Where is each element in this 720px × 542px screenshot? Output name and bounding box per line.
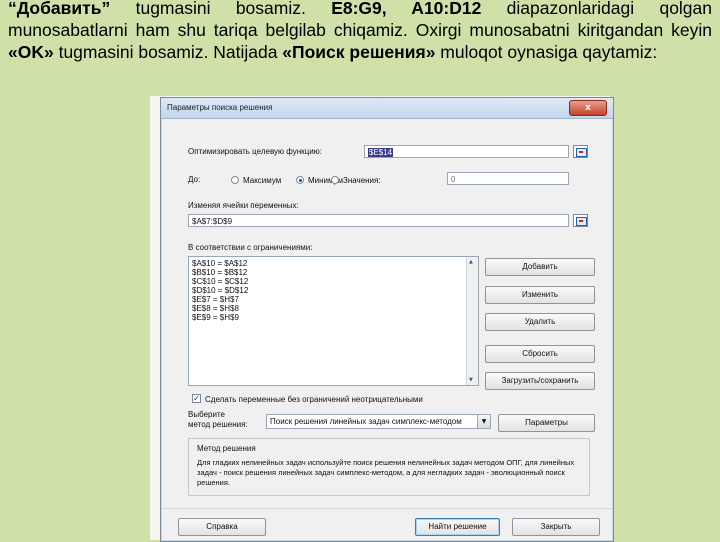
list-item[interactable]: $D$10 = $D$12 xyxy=(192,286,248,295)
slide-text-add: “Добавить” xyxy=(8,0,111,18)
objective-label: Оптимизировать целевую функцию: xyxy=(188,147,322,156)
list-item[interactable]: $E$9 = $H$9 xyxy=(192,313,239,322)
objective-field[interactable]: $E$14 xyxy=(364,145,569,158)
slide-text-8: muloqot oynasiga qaytamiz: xyxy=(435,42,658,62)
solver-dialog: Параметры поиска решения x Оптимизироват… xyxy=(160,97,614,542)
reset-button[interactable]: Сбросить xyxy=(485,345,595,363)
parameters-button[interactable]: Параметры xyxy=(498,414,595,432)
objective-range-button[interactable] xyxy=(573,145,588,158)
constraints-label: В соответствии с ограничениями: xyxy=(188,243,313,252)
load-save-button[interactable]: Загрузить/сохранить xyxy=(485,372,595,390)
scroll-down-icon[interactable]: ▼ xyxy=(469,377,473,383)
solve-button[interactable]: Найти решение xyxy=(415,518,500,536)
chevron-down-icon[interactable]: ▼ xyxy=(477,415,490,428)
slide-text-ok: «OK» xyxy=(8,42,54,62)
range-selector-icon xyxy=(576,217,587,226)
to-label: До: xyxy=(188,175,201,184)
constraints-scrollbar[interactable]: ▲ ▼ xyxy=(466,257,478,385)
method-label-line2: метод решения: xyxy=(188,420,248,429)
slide-text-2: tugmasini bosamiz. xyxy=(110,0,332,18)
value-field[interactable]: 0 xyxy=(447,172,569,185)
method-description: Для гладких нелинейных задач используйте… xyxy=(197,458,575,487)
method-label-line1: Выберите xyxy=(188,410,225,419)
radio-value-label: Значения: xyxy=(343,176,381,185)
dialog-title: Параметры поиска решения xyxy=(167,103,273,112)
variables-label: Изменяя ячейки переменных: xyxy=(188,201,299,210)
radio-value[interactable] xyxy=(331,176,339,184)
close-button[interactable]: Закрыть xyxy=(512,518,600,536)
list-item[interactable]: $E$8 = $H$8 xyxy=(192,304,239,313)
scroll-up-icon[interactable]: ▲ xyxy=(469,259,473,265)
dialog-titlebar: Параметры поиска решения x xyxy=(161,98,613,119)
method-select[interactable]: Поиск решения линейных задач симплекс-ме… xyxy=(266,414,491,429)
slide-text-ranges: E8:G9, A10:D12 xyxy=(331,0,482,18)
slide-paragraph: “Добавить” tugmasini bosamiz. E8:G9, A10… xyxy=(8,0,712,63)
help-button[interactable]: Справка xyxy=(178,518,266,536)
change-button[interactable]: Изменить xyxy=(485,286,595,304)
variables-range-button[interactable] xyxy=(573,214,588,227)
range-selector-icon xyxy=(576,148,587,157)
list-item[interactable]: $E$7 = $H$7 xyxy=(192,295,239,304)
radio-max-label: Максимум xyxy=(243,176,282,185)
list-item[interactable]: $C$10 = $C$12 xyxy=(192,277,248,286)
nonnegative-checkbox[interactable]: ✓ xyxy=(192,394,201,403)
list-item[interactable]: $A$10 = $A$12 xyxy=(192,259,247,268)
radio-min[interactable] xyxy=(296,176,304,184)
method-select-value: Поиск решения линейных задач симплекс-ме… xyxy=(270,417,462,426)
method-group-title: Метод решения xyxy=(197,444,256,453)
divider xyxy=(162,508,612,509)
radio-max[interactable] xyxy=(231,176,239,184)
close-icon[interactable]: x xyxy=(569,100,607,116)
objective-value: $E$14 xyxy=(368,148,394,157)
delete-button[interactable]: Удалить xyxy=(485,313,595,331)
slide-text-solver: «Поиск решения» xyxy=(282,42,436,62)
constraints-list[interactable]: $A$10 = $A$12 $B$10 = $B$12 $C$10 = $C$1… xyxy=(188,256,479,386)
variables-field[interactable]: $A$7:$D$9 xyxy=(188,214,569,227)
list-item[interactable]: $B$10 = $B$12 xyxy=(192,268,247,277)
nonnegative-label: Сделать переменные без ограничений неотр… xyxy=(205,395,423,404)
slide-text-6: tugmasini bosamiz. Natijada xyxy=(53,42,283,62)
add-button[interactable]: Добавить xyxy=(485,258,595,276)
method-groupbox: Метод решения Для гладких нелинейных зад… xyxy=(188,438,590,496)
